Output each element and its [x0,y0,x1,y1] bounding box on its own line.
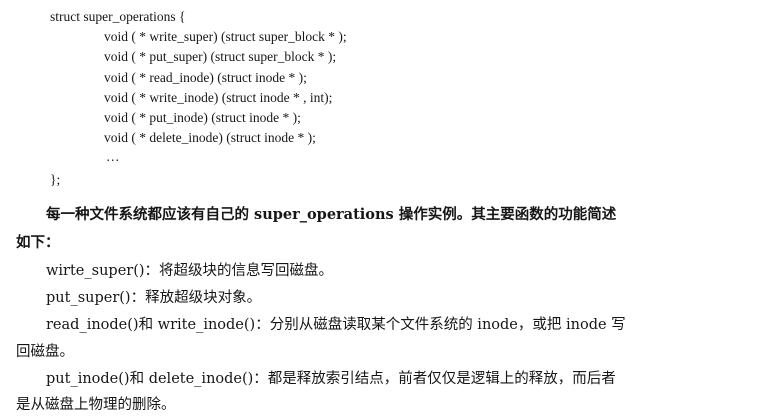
code-member-write-super: void ( * write_super) (struct super_bloc… [104,29,347,44]
item-put-delete-inode-line-1: put_inode()和 delete_inode()：都是释放索引结点，前者仅… [46,371,616,387]
code-member-write-inode: void ( * write_inode) (struct inode * , … [104,90,333,105]
struct-declaration-close: }; [50,172,61,187]
item-read-write-inode-line-1: read_inode()和 write_inode()：分别从磁盘读取某个文件系… [46,317,626,333]
code-member-put-super: void ( * put_super) (struct super_block … [104,49,337,64]
item-read-write-inode-line-2: 回磁盘。 [16,344,74,360]
item-put-delete-inode-line-2: 是从磁盘上物理的删除。 [16,397,176,413]
item-put-super: put_super()：释放超级块对象。 [46,290,262,306]
code-member-read-inode: void ( * read_inode) (struct inode * ); [104,70,307,85]
intro-line-1: 每一种文件系统都应该有自己的 super_operations 操作实例。其主要… [46,206,617,223]
struct-declaration-open: struct super_operations { [50,9,186,24]
code-member-put-inode: void ( * put_inode) (struct inode * ); [104,110,301,125]
intro-line-2: 如下： [16,234,60,251]
code-member-delete-inode: void ( * delete_inode) (struct inode * )… [104,130,316,145]
item-write-super: wirte_super()：将超级块的信息写回磁盘。 [46,263,334,279]
code-ellipsis: … [106,149,120,164]
